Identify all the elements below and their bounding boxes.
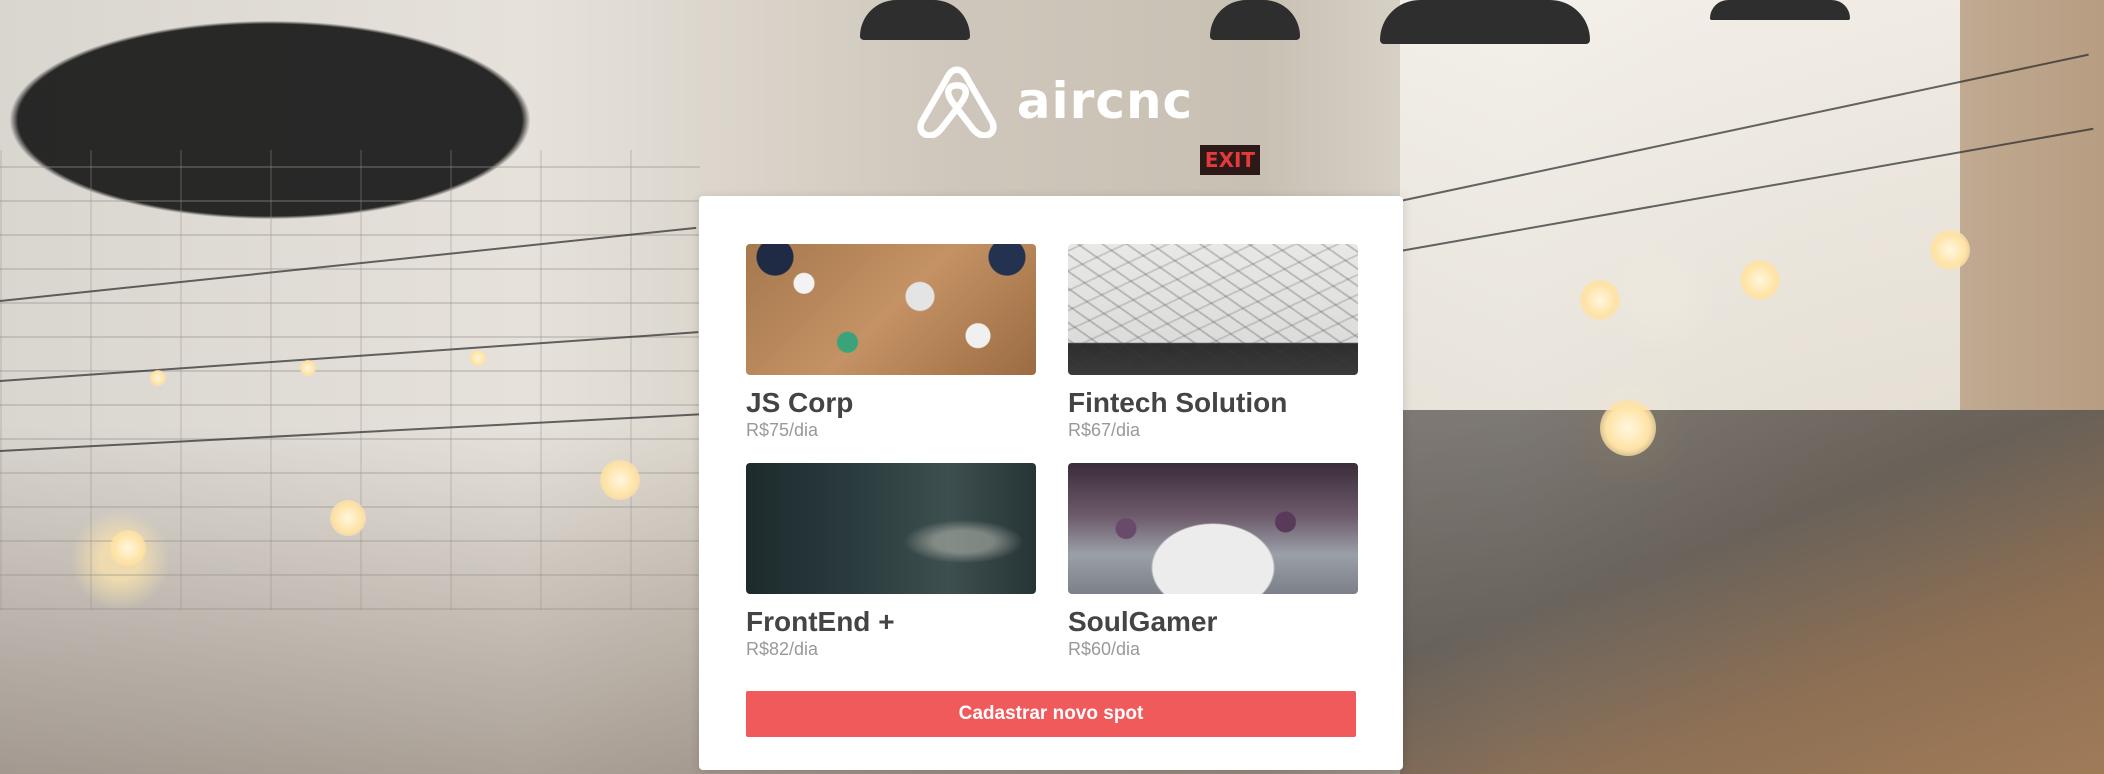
light-bulb xyxy=(300,360,316,376)
exit-sign: EXIT xyxy=(1200,145,1260,175)
light-bulb xyxy=(1600,400,1656,456)
pendant-lamp xyxy=(1210,0,1300,40)
spot-thumbnail xyxy=(1068,244,1358,375)
logo-text: aircnc xyxy=(1016,72,1194,130)
spot-card[interactable]: Fintech Solution R$67/dia xyxy=(1068,244,1358,441)
light-bulb xyxy=(470,350,486,366)
spot-name: FrontEnd + xyxy=(746,606,895,637)
light-bulb xyxy=(150,370,166,386)
light-bulb xyxy=(1930,230,1970,270)
pendant-lamp xyxy=(860,0,970,40)
pendant-lamp xyxy=(1710,0,1850,20)
background-windows xyxy=(1400,0,1960,410)
spot-name: Fintech Solution xyxy=(1068,387,1288,418)
spot-thumbnail xyxy=(746,463,1036,594)
spot-price: R$82/dia xyxy=(746,639,819,659)
spot-price: R$67/dia xyxy=(1068,420,1141,440)
light-bulb xyxy=(110,530,146,566)
spot-list: JS Corp R$75/dia Fintech Solution R$67/d… xyxy=(746,244,1358,660)
app-logo: aircnc xyxy=(0,64,2104,138)
new-spot-button[interactable]: Cadastrar novo spot xyxy=(746,691,1356,737)
spot-card[interactable]: SoulGamer R$60/dia xyxy=(1068,463,1358,660)
spot-name: SoulGamer xyxy=(1068,606,1218,637)
pendant-lamp xyxy=(1380,0,1590,44)
spot-price: R$60/dia xyxy=(1068,639,1141,659)
spot-card[interactable]: JS Corp R$75/dia xyxy=(746,244,1036,441)
light-bulb xyxy=(1580,280,1620,320)
light-bulb xyxy=(1740,260,1780,300)
light-bulb xyxy=(600,460,640,500)
spot-thumbnail xyxy=(1068,463,1358,594)
background-brick-wall xyxy=(0,150,700,610)
background-floor xyxy=(1400,410,2104,774)
spot-name: JS Corp xyxy=(746,387,854,418)
light-bulb xyxy=(330,500,366,536)
content-card: JS Corp R$75/dia Fintech Solution R$67/d… xyxy=(699,196,1403,770)
dashboard-page: EXIT aircnc JS Corp R$75/dia Fintech Sol xyxy=(0,0,2104,774)
spot-card[interactable]: FrontEnd + R$82/dia xyxy=(746,463,1036,660)
spot-price: R$75/dia xyxy=(746,420,819,440)
spot-thumbnail xyxy=(746,244,1036,375)
airbnb-belo-icon xyxy=(917,66,997,138)
